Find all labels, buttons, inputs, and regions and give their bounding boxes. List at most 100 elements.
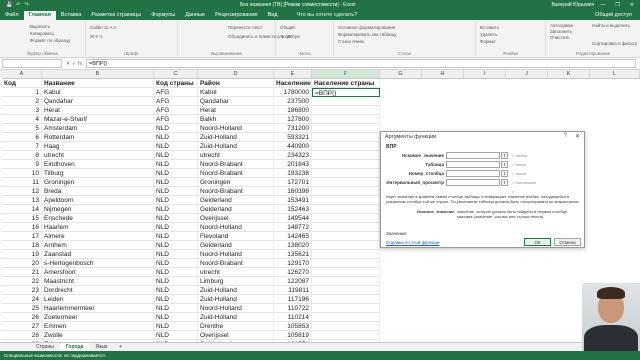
cell-country-population[interactable]	[312, 277, 380, 286]
cell-name[interactable]: Rotterdam	[42, 133, 154, 142]
cell-country-code[interactable]: NLD	[154, 241, 198, 250]
cell-country-code[interactable]: NLD	[154, 124, 198, 133]
cell-population[interactable]: 129170	[274, 259, 312, 268]
cell-code[interactable]: 4	[2, 115, 42, 124]
cell-country-population[interactable]	[312, 259, 380, 268]
format-cells-button[interactable]: Формат	[480, 39, 496, 44]
cell-district[interactable]: Zuid-Holland	[198, 133, 274, 142]
close-icon[interactable]: ✕	[630, 2, 634, 8]
cell-population[interactable]: 117196	[274, 295, 312, 304]
cell-country-code[interactable]: NLD	[154, 196, 198, 205]
cell-country-population[interactable]	[312, 133, 380, 142]
cell-name[interactable]: Zwolle	[42, 331, 154, 340]
cell-district[interactable]: Noord-Brabant	[198, 169, 274, 178]
cell-name[interactable]: Haarlemmermeer	[42, 304, 154, 313]
cell-country-population[interactable]	[312, 322, 380, 331]
active-cell[interactable]: =ВПР()	[312, 88, 380, 97]
column-header-d[interactable]: D	[198, 70, 274, 79]
cell-country-code[interactable]: NLD	[154, 250, 198, 259]
cell-code[interactable]: 3	[2, 106, 42, 115]
tab-home[interactable]: Главная	[23, 11, 56, 20]
table-input[interactable]	[446, 161, 500, 168]
cell-country-population[interactable]	[312, 196, 380, 205]
cell-code[interactable]: 6	[2, 133, 42, 142]
cell-district[interactable]: Zuid-Holland	[198, 295, 274, 304]
cell-country-population[interactable]	[312, 286, 380, 295]
cell-population[interactable]: 149544	[274, 214, 312, 223]
cell-population[interactable]: 110722	[274, 304, 312, 313]
font-selector[interactable]: Calibri 11 A A	[90, 25, 116, 30]
cell-name[interactable]: Mazar-e-Sharif	[42, 115, 154, 124]
cell-population[interactable]: 237500	[274, 97, 312, 106]
wrap-text-button[interactable]: Перенести текст	[228, 25, 263, 30]
cell-country-code[interactable]: NLD	[154, 286, 198, 295]
format-as-table-button[interactable]: Форматировать как таблицу	[338, 32, 397, 37]
cell-district[interactable]: Herat	[198, 106, 274, 115]
cell-code[interactable]: 23	[2, 286, 42, 295]
cell-district[interactable]: Qandahar	[198, 97, 274, 106]
cell-country-population[interactable]	[312, 313, 380, 322]
column-header-j[interactable]: J	[506, 70, 548, 79]
cell-code[interactable]: 8	[2, 151, 42, 160]
cell-name[interactable]: utrecht	[42, 151, 154, 160]
cell-code[interactable]: 26	[2, 313, 42, 322]
cell-country-code[interactable]: NLD	[154, 151, 198, 160]
column-header-a[interactable]: A	[2, 70, 42, 79]
column-header-k[interactable]: K	[548, 70, 590, 79]
cell-population[interactable]: 122087	[274, 277, 312, 286]
user-name[interactable]: Валерий Юрьевич	[551, 2, 600, 8]
cell-code[interactable]: 27	[2, 322, 42, 331]
cell-population[interactable]: 127800	[274, 115, 312, 124]
collapse-dialog-icon[interactable]: ⇑	[501, 161, 508, 168]
cell-code[interactable]: 14	[2, 205, 42, 214]
cell-code[interactable]: 24	[2, 295, 42, 304]
cell-country-code[interactable]: NLD	[154, 295, 198, 304]
cell-code[interactable]: 15	[2, 214, 42, 223]
cell-country-code[interactable]: NLD	[154, 331, 198, 340]
formula-input[interactable]: =ВПР()	[86, 59, 636, 68]
cell-population[interactable]: 119811	[274, 286, 312, 295]
column-header-b[interactable]: B	[42, 70, 154, 79]
cell-code[interactable]: 19	[2, 250, 42, 259]
cell-code[interactable]: 25	[2, 304, 42, 313]
cell-population[interactable]: 731200	[274, 124, 312, 133]
cell-population[interactable]: 186800	[274, 106, 312, 115]
cell-code[interactable]: 5	[2, 124, 42, 133]
cell-name[interactable]: Leiden	[42, 295, 154, 304]
name-box[interactable]	[2, 59, 62, 68]
cell-country-code[interactable]: AFG	[154, 97, 198, 106]
cell-country-code[interactable]: NLD	[154, 169, 198, 178]
find-select-button[interactable]: Найти и выделить	[592, 23, 630, 28]
cell-country-population[interactable]	[312, 151, 380, 160]
cell-country-code[interactable]: NLD	[154, 187, 198, 196]
cell-code[interactable]: 1	[2, 88, 42, 97]
save-icon[interactable]: 💾	[6, 2, 12, 8]
restore-icon[interactable]: ❐	[615, 2, 619, 8]
cell-code[interactable]: 20	[2, 259, 42, 268]
cell-country-code[interactable]: NLD	[154, 223, 198, 232]
cut-button[interactable]: Вырезать	[30, 24, 50, 29]
cell-name[interactable]: Herat	[42, 106, 154, 115]
number-format-select[interactable]: Общий	[280, 25, 295, 30]
cell-code[interactable]: 17	[2, 232, 42, 241]
number-format-buttons[interactable]: % 000	[280, 34, 293, 39]
cell-code[interactable]: 28	[2, 331, 42, 340]
cell-country-population[interactable]	[312, 304, 380, 313]
cell-population[interactable]: 126270	[274, 268, 312, 277]
delete-cells-button[interactable]: Удалить	[480, 32, 497, 37]
column-header-g[interactable]: G	[380, 70, 422, 79]
cell-district[interactable]: Flevoland	[198, 232, 274, 241]
cell-district[interactable]: Zuid-Holland	[198, 313, 274, 322]
column-header-h[interactable]: H	[422, 70, 464, 79]
cell-district[interactable]: Gelderland	[198, 205, 274, 214]
share-button[interactable]: Общий доступ	[595, 11, 640, 20]
column-header-c[interactable]: C	[154, 70, 198, 79]
cell-country-code[interactable]: NLD	[154, 232, 198, 241]
cell-district[interactable]: Zuid-Holland	[198, 286, 274, 295]
cell-population[interactable]: 160398	[274, 187, 312, 196]
cell-code[interactable]: 13	[2, 196, 42, 205]
close-icon[interactable]: ✕	[575, 133, 580, 140]
column-header-e[interactable]: E	[274, 70, 312, 79]
cell-name[interactable]: Amsterdam	[42, 124, 154, 133]
cell-district[interactable]: Drenthe	[198, 322, 274, 331]
